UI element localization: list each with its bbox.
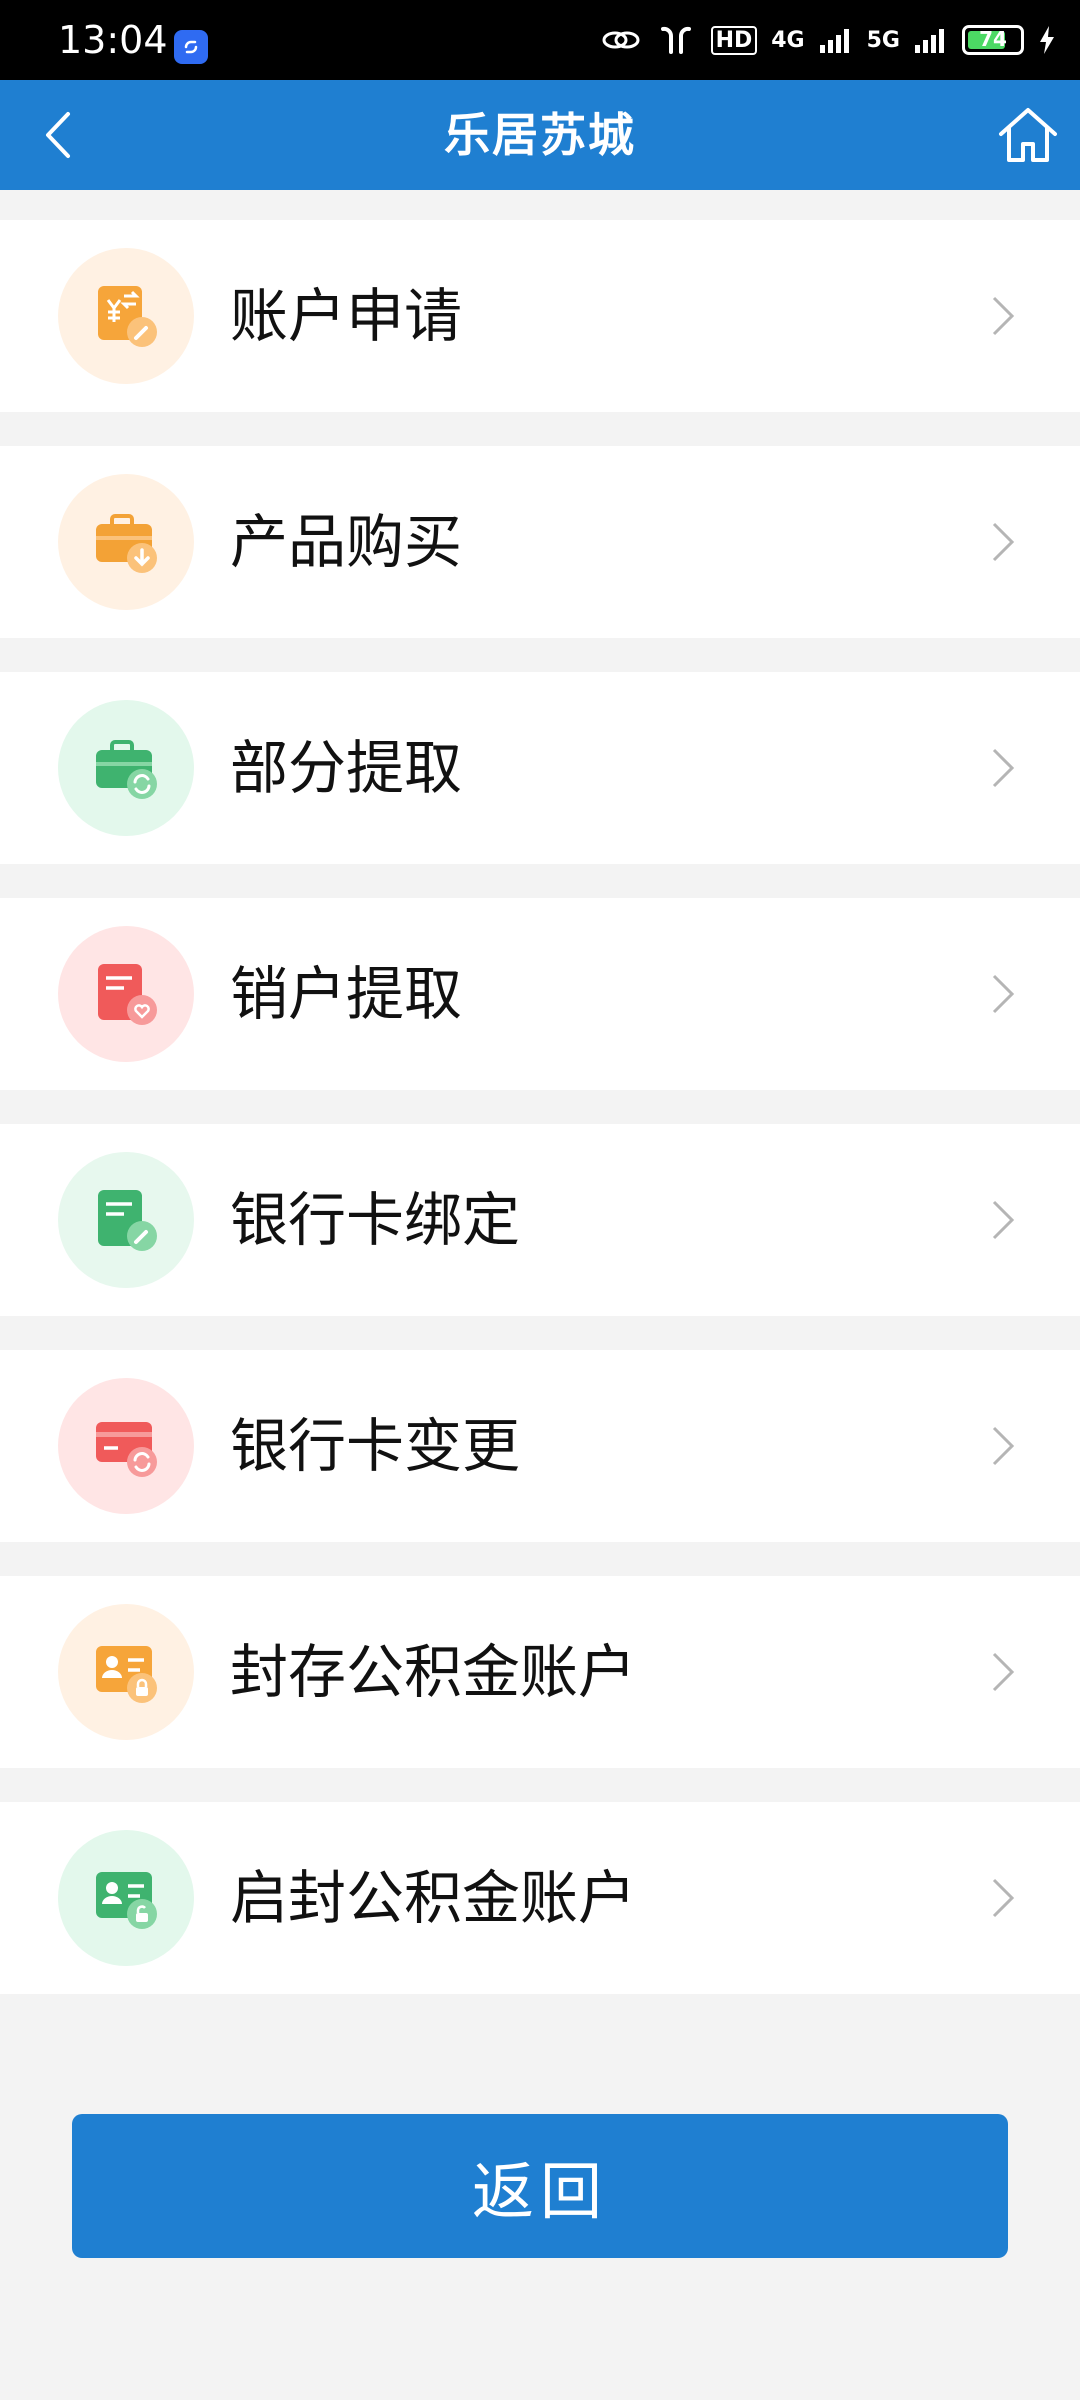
menu-item-label: 销户提取 [230,960,463,1028]
chevron-right-icon [992,1200,1015,1240]
home-icon [999,108,1057,162]
chevron-right-icon [992,522,1015,562]
menu-item-bank-card-bind[interactable]: 银行卡绑定 [0,1124,1080,1316]
menu-item-partial-withdraw[interactable]: 部分提取 [0,672,1080,864]
chevron-right-icon [992,1426,1015,1466]
page-title: 乐居苏城 [444,108,636,162]
menu-item-close-account-withdraw[interactable]: 销户提取 [0,898,1080,1090]
link-icon [602,31,640,49]
return-button[interactable]: 返回 [72,2114,1008,2258]
home-button[interactable] [992,100,1064,170]
chevron-right-icon [992,1652,1015,1692]
menu-item-product-purchase[interactable]: 产品购买 [0,446,1080,638]
chevron-right-icon [992,748,1015,788]
menu-item-seal-fund-account[interactable]: 封存公积金账户 [0,1576,1080,1768]
account-apply-icon [58,248,194,384]
charging-icon [1040,26,1054,54]
product-purchase-icon [58,474,194,610]
menu-item-account-apply[interactable]: 账户申请 [0,220,1080,412]
app-notification-icon [174,30,208,64]
chevron-right-icon [992,974,1015,1014]
app-bar: 乐居苏城 [0,80,1080,190]
bank-card-change-icon [58,1378,194,1514]
close-account-withdraw-icon [58,926,194,1062]
signal-5g-icon [915,29,944,53]
menu-item-unseal-fund-account[interactable]: 启封公积金账户 [0,1802,1080,1994]
menu-item-label: 账户申请 [230,282,463,350]
partial-withdraw-icon [58,700,194,836]
menu-item-label: 封存公积金账户 [230,1638,637,1706]
menu-item-label: 银行卡变更 [230,1412,521,1480]
network-4g-label: 4G [771,27,805,53]
unseal-fund-account-icon [58,1830,194,1966]
bank-card-bind-icon [58,1152,194,1288]
menu-item-label: 启封公积金账户 [230,1864,637,1932]
battery-icon: 74 [962,25,1024,55]
hd-indicator: HD [710,25,758,55]
menu-item-bank-card-change[interactable]: 银行卡变更 [0,1350,1080,1542]
seal-fund-account-icon [58,1604,194,1740]
battery-level: 74 [979,27,1007,51]
status-bar: 13:04 HD 4G 5G 74 [0,0,1080,80]
menu-item-label: 银行卡绑定 [230,1186,521,1254]
chevron-right-icon [992,1878,1015,1918]
status-time: 13:04 [58,18,168,62]
menu-item-label: 部分提取 [230,734,463,802]
menu-item-label: 产品购买 [230,508,463,576]
status-indicators: HD 4G 5G 74 [601,20,1056,60]
earbuds-icon [660,26,691,54]
signal-4g-icon [819,29,849,53]
network-5g-label: 5G [866,27,900,53]
chevron-right-icon [992,296,1015,336]
